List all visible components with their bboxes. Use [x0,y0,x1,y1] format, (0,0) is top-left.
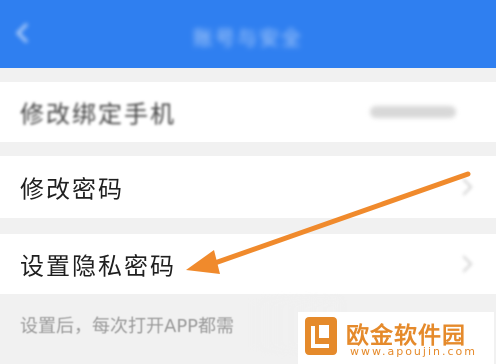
pointer-arrow-icon [186,171,471,274]
logo-mark-icon [305,317,337,355]
watermark-logo: 欧金软件园 www.apoujin.com [298,312,494,364]
watermark-url: www.apoujin.com [350,345,477,358]
